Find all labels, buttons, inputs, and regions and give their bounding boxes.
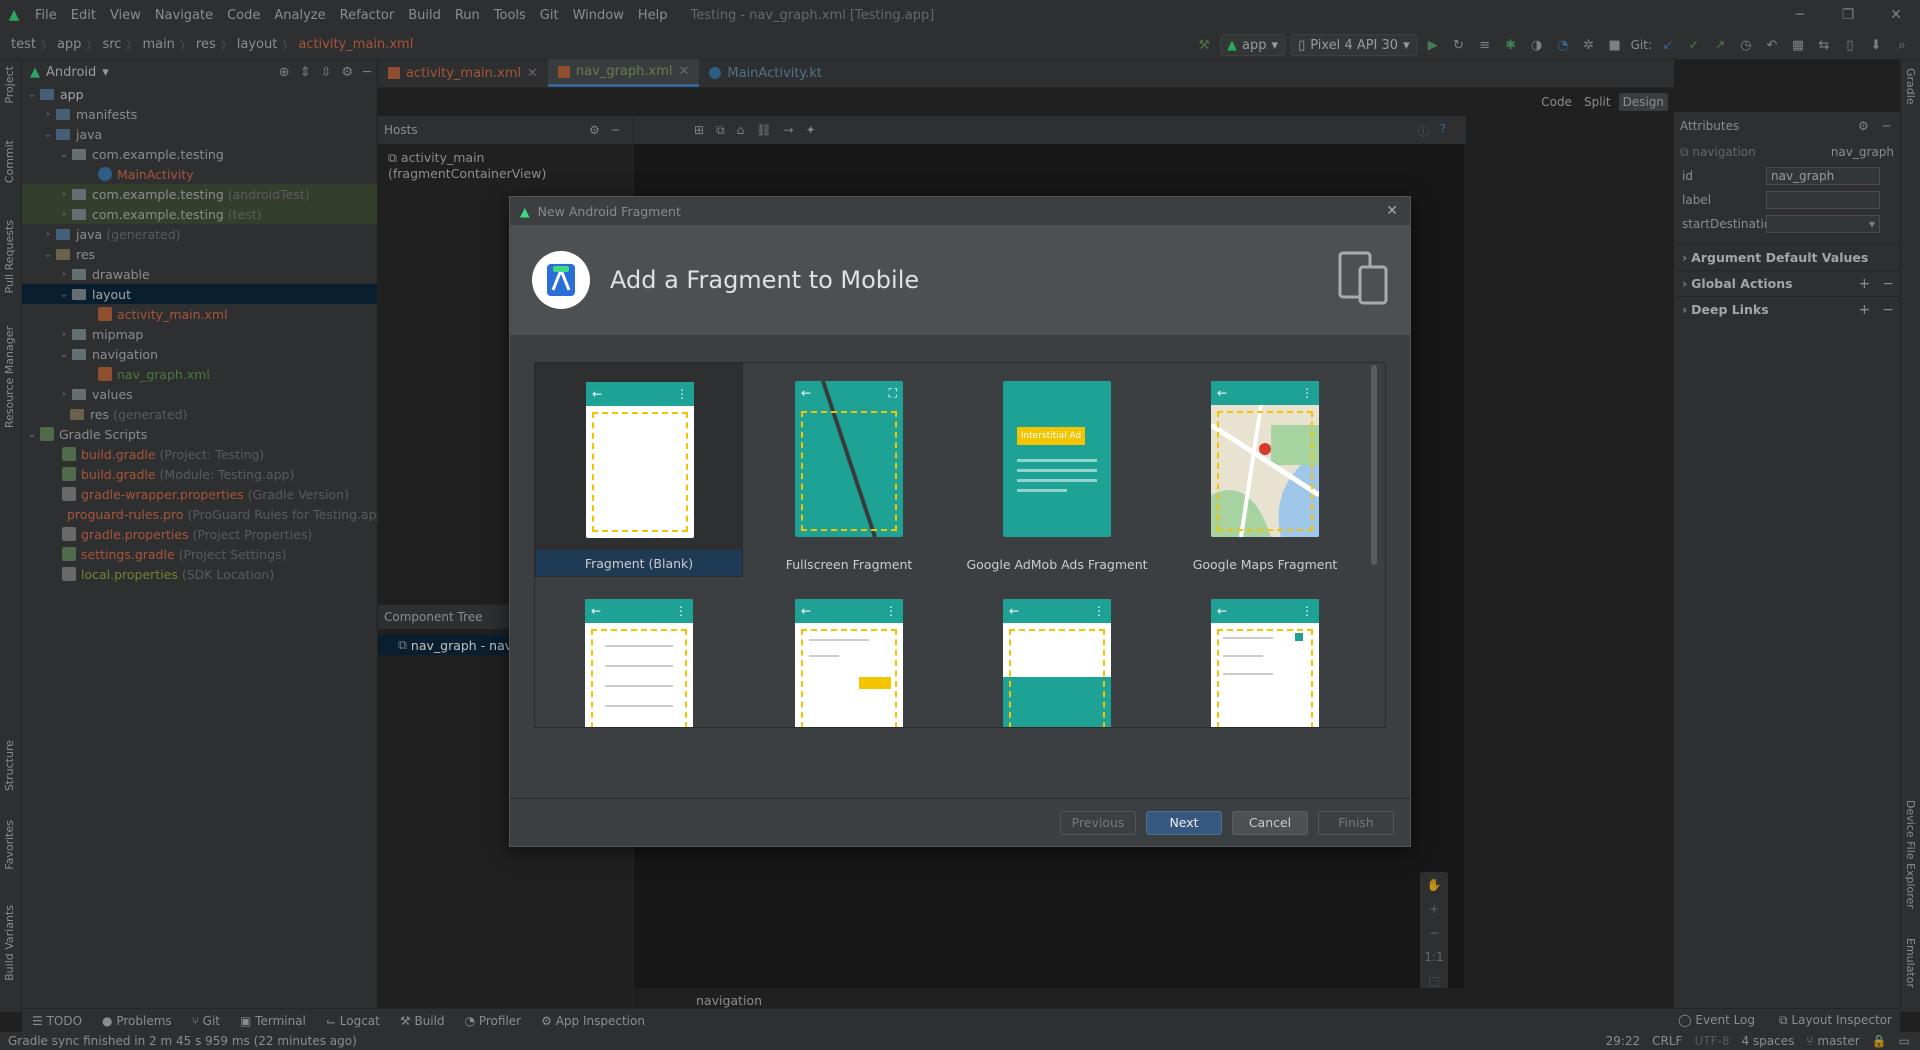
template-admob-fragment[interactable]: Interstitial Ad Google AdMob Ads Fragmen… (953, 363, 1161, 577)
template-fragment-blank[interactable]: ← ⋮ Fragment (Blank) (535, 363, 743, 577)
finish-button[interactable]: Finish (1318, 810, 1394, 835)
dialog-close-icon[interactable]: ✕ (1386, 203, 1398, 219)
template-maps-fragment[interactable]: ← ⋮ Google Maps Fragment (1161, 363, 1369, 577)
cancel-button[interactable]: Cancel (1232, 810, 1308, 835)
dialog-titlebar: ▲ New Android Fragment (520, 203, 681, 219)
template-gallery: ← ⋮ Fragment (Blank) ← ⛶ Fullscreen Fragme… (534, 362, 1386, 728)
template-login-fragment[interactable]: ← ⋮ (745, 581, 953, 727)
template-modal-bottom-sheet[interactable]: ← ⋮ (953, 581, 1161, 727)
template-list-fragment[interactable]: ← ⋮ (535, 581, 743, 727)
dialog-footer: Previous Next Cancel Finish (510, 798, 1410, 846)
template-fullscreen-fragment[interactable]: ← ⛶ Fullscreen Fragment (745, 363, 953, 577)
previous-button[interactable]: Previous (1060, 810, 1136, 835)
android-studio-logo-icon (532, 251, 590, 309)
dialog-heading: Add a Fragment to Mobile (610, 266, 920, 294)
new-fragment-dialog: ▲ New Android Fragment ✕ Add a Fragment … (509, 196, 1411, 847)
android-icon: ▲ (520, 203, 530, 219)
devices-icon (1338, 251, 1388, 305)
dialog-header: Add a Fragment to Mobile (510, 225, 1410, 335)
gallery-scrollbar[interactable] (1371, 365, 1377, 565)
template-settings-fragment[interactable]: ← ⋮ (1161, 581, 1369, 727)
next-button[interactable]: Next (1146, 810, 1222, 835)
